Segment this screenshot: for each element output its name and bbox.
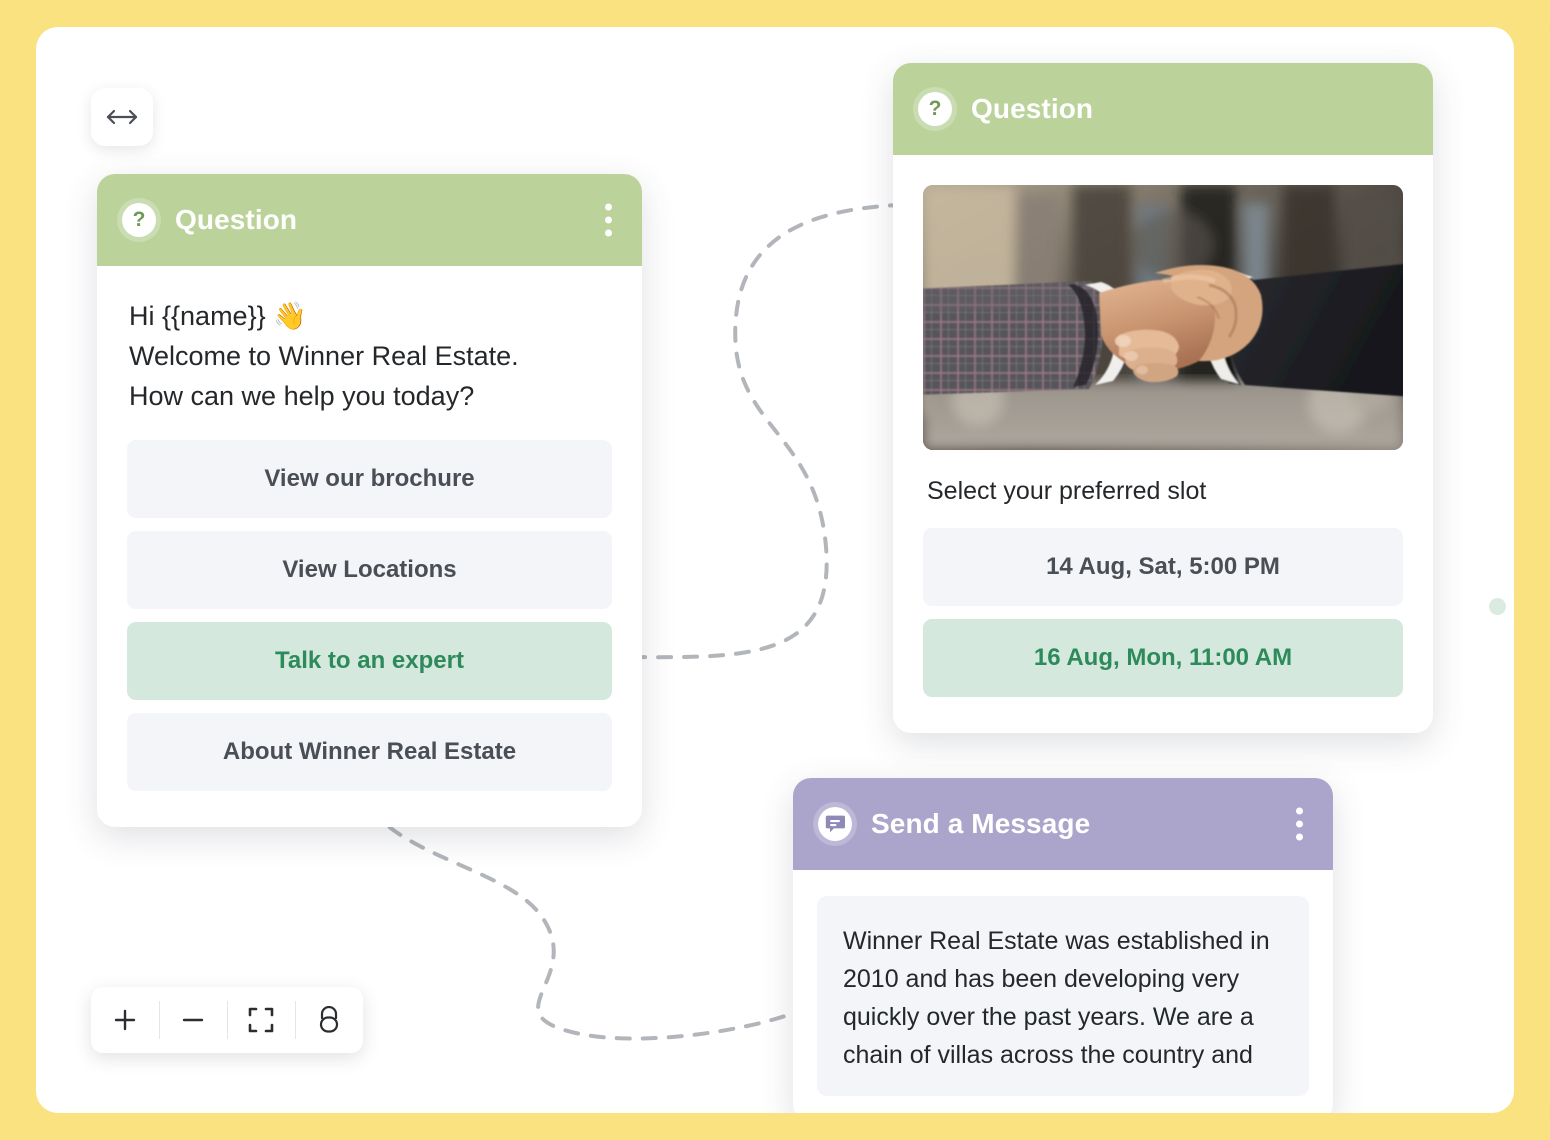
lock-icon — [319, 1006, 339, 1033]
canvas-decor-dot — [1489, 598, 1506, 615]
fit-to-screen-icon — [248, 1007, 274, 1033]
card-body: Winner Real Estate was established in 20… — [793, 870, 1333, 1113]
card-title: Question — [971, 93, 1094, 124]
kebab-menu-icon[interactable] — [597, 200, 620, 241]
kebab-menu-icon[interactable] — [1288, 804, 1311, 845]
question-mark-icon: ? — [117, 198, 161, 242]
choice-label: View our brochure — [264, 465, 475, 492]
choice-label: Talk to an expert — [275, 647, 464, 674]
slot-option-2[interactable]: 16 Aug, Mon, 11:00 AM — [923, 619, 1403, 697]
choice-label: View Locations — [282, 556, 457, 583]
message-line: Hi {{name}} 👋 — [129, 301, 307, 331]
choice-about-company[interactable]: About Winner Real Estate — [127, 713, 612, 791]
zoom-in-button[interactable] — [91, 987, 159, 1053]
slot-label: 16 Aug, Mon, 11:00 AM — [1033, 644, 1293, 671]
card-question-left[interactable]: ? Question Hi {{name}} 👋 Welcome to Winn… — [97, 174, 642, 827]
flow-canvas[interactable]: ? Question Hi {{name}} 👋 Welcome to Winn… — [36, 27, 1514, 1113]
choice-view-brochure[interactable]: View our brochure — [127, 440, 612, 518]
plus-icon — [114, 1009, 136, 1031]
card-header: Send a Message — [793, 778, 1333, 870]
card-send-message[interactable]: Send a Message Winner Real Estate was es… — [793, 778, 1333, 1113]
card-header: ? Question — [893, 63, 1433, 155]
card-body: Hi {{name}} 👋 Welcome to Winner Real Est… — [97, 266, 642, 827]
slot-label: 14 Aug, Sat, 5:00 PM — [1046, 553, 1280, 580]
card-header: ? Question — [97, 174, 642, 266]
card-question-right[interactable]: ? Question Select your preferred slot 14… — [893, 63, 1433, 733]
welcome-message: Hi {{name}} 👋 Welcome to Winner Real Est… — [127, 296, 612, 416]
zoom-out-button[interactable] — [159, 987, 227, 1053]
card-title: Question — [175, 204, 298, 235]
zoom-toolbar[interactable] — [91, 987, 363, 1053]
slot-option-1[interactable]: 14 Aug, Sat, 5:00 PM — [923, 528, 1403, 606]
handshake-photo — [923, 185, 1403, 450]
minus-icon — [182, 1018, 204, 1022]
card-body: Select your preferred slot 14 Aug, Sat, … — [893, 155, 1433, 733]
fit-to-screen-button[interactable] — [227, 987, 295, 1053]
connector-expert-to-question — [604, 203, 900, 660]
pan-tool-button[interactable] — [91, 88, 153, 146]
message-line: How can we help you today? — [129, 381, 475, 411]
slot-prompt: Select your preferred slot — [927, 477, 1207, 505]
choice-label: About Winner Real Estate — [222, 738, 517, 765]
lock-canvas-button[interactable] — [295, 987, 363, 1053]
question-mark-icon: ? — [913, 87, 957, 131]
pan-resize-arrows-icon — [106, 109, 138, 125]
card-title: Send a Message — [871, 808, 1091, 839]
choice-talk-to-expert[interactable]: Talk to an expert — [127, 622, 612, 700]
chat-bubble-glyph — [825, 815, 845, 833]
message-line: Welcome to Winner Real Estate. — [129, 341, 519, 371]
choice-view-locations[interactable]: View Locations — [127, 531, 612, 609]
message-body-text: Winner Real Estate was established in 20… — [817, 896, 1309, 1096]
chat-bubble-icon — [813, 802, 857, 846]
